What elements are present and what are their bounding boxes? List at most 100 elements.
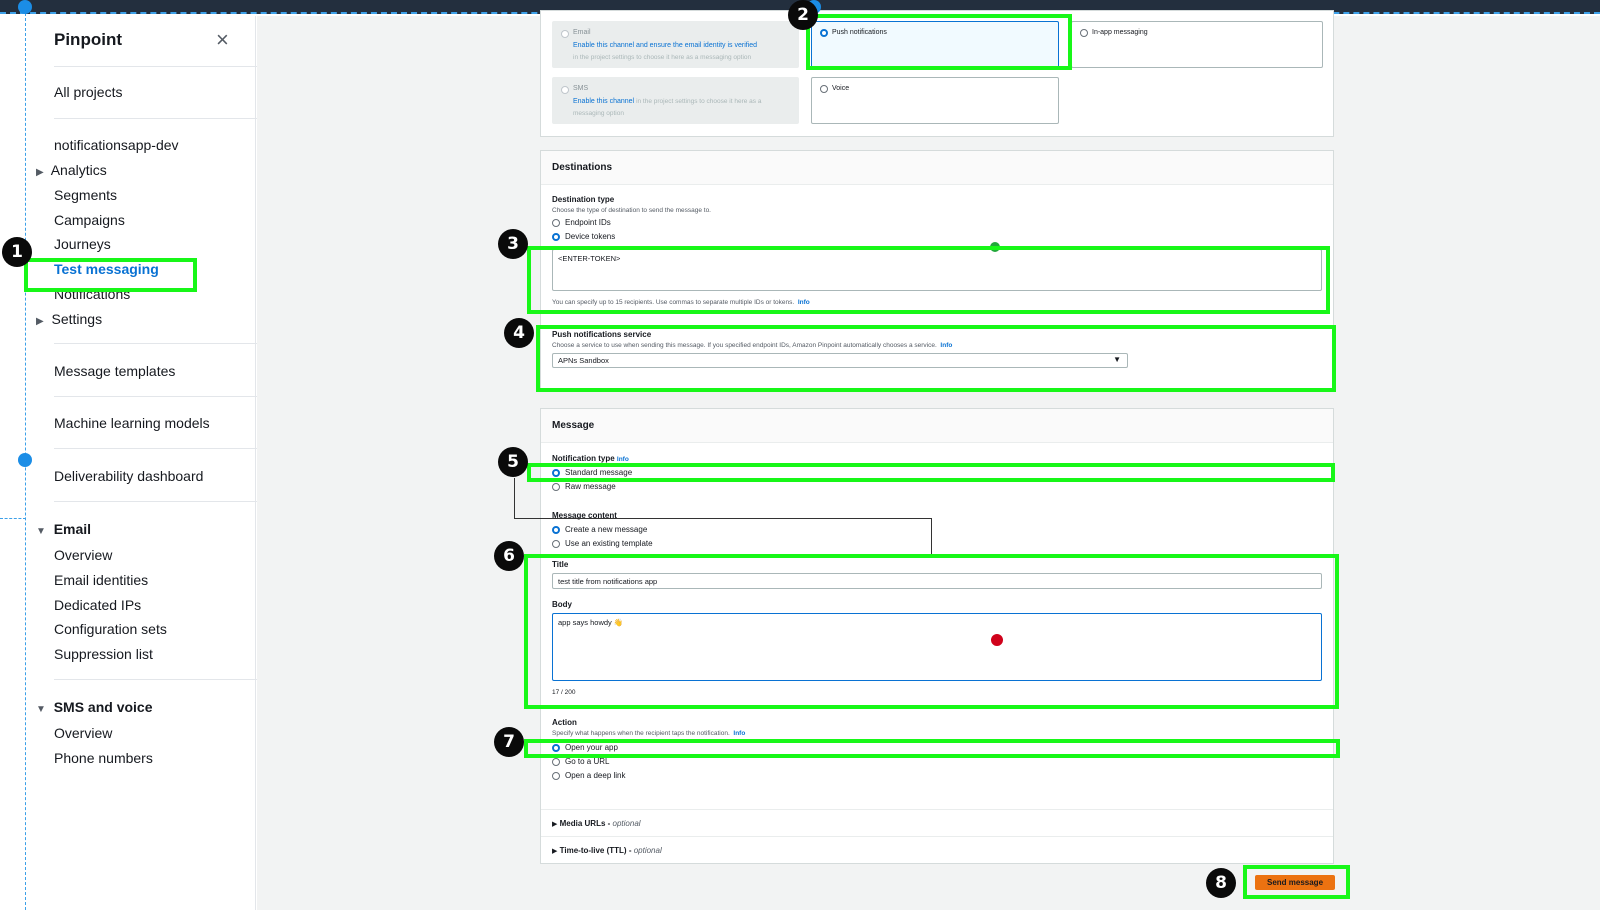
- sidebar-item-sms-overview[interactable]: Overview: [54, 725, 112, 741]
- radio-deep-link[interactable]: [552, 771, 560, 780]
- action-desc: Specify what happens when the recipient …: [552, 730, 745, 737]
- option-raw-message[interactable]: Raw message: [552, 482, 616, 491]
- destinations-heading: Destinations: [552, 162, 613, 173]
- annotation-badge-3: 3: [498, 229, 528, 259]
- channel-tile-inapp[interactable]: In-app messaging: [1071, 21, 1323, 68]
- destination-type-desc: Choose the type of destination to send t…: [552, 207, 711, 214]
- option-label: Device tokens: [565, 232, 616, 241]
- option-label: Create a new message: [565, 525, 648, 534]
- option-label: Endpoint IDs: [565, 218, 611, 227]
- sidebar-title: Pinpoint: [54, 30, 122, 49]
- sidebar-item-label: Settings: [51, 311, 103, 327]
- notification-type-label: Notification type Info: [552, 454, 629, 463]
- sidebar-divider: [54, 501, 266, 502]
- sidebar-section-sms[interactable]: ▼ SMS and voice: [36, 699, 153, 715]
- sidebar-item-analytics[interactable]: ▶ Analytics: [36, 162, 107, 178]
- media-urls-expander[interactable]: ▶ Media URLs - optional: [552, 819, 641, 828]
- radio-existing-template[interactable]: [552, 539, 560, 548]
- channel-tile-sms: SMS Enable this channel in the project s…: [552, 77, 799, 124]
- channel-sms-desc-line1: Enable this channel in the project setti…: [573, 98, 761, 105]
- close-icon[interactable]: ×: [216, 29, 229, 51]
- radio-sms: [561, 86, 569, 94]
- sidebar-item-settings[interactable]: ▶ Settings: [36, 311, 102, 327]
- sidebar-item-suppression-list[interactable]: Suppression list: [54, 646, 153, 662]
- connector-line: [931, 518, 932, 554]
- annotation-badge-8: 8: [1206, 868, 1236, 898]
- annotation-badge-1: 1: [2, 237, 32, 267]
- radio-endpoint-ids[interactable]: [552, 218, 560, 227]
- sidebar-item-email-identities[interactable]: Email identities: [54, 572, 148, 588]
- radio-email: [561, 30, 569, 38]
- channel-email-label: Email: [573, 29, 591, 36]
- highlight-box-4: [536, 325, 1336, 392]
- sidebar-item-ml-models[interactable]: Machine learning models: [54, 415, 210, 431]
- info-link[interactable]: Info: [733, 730, 745, 737]
- radio-go-to-url[interactable]: [552, 757, 560, 766]
- notification-type-text: Notification type: [552, 454, 615, 463]
- option-create-message[interactable]: Create a new message: [552, 525, 647, 534]
- option-existing-template[interactable]: Use an existing template: [552, 539, 653, 548]
- resize-handle[interactable]: [18, 0, 32, 14]
- channel-sms-desc: in the project settings to choose it her…: [636, 98, 762, 105]
- connector-line: [514, 478, 515, 518]
- destination-type-label: Destination type: [552, 195, 615, 204]
- sidebar-item-segments[interactable]: Segments: [54, 187, 117, 203]
- panel-divider: [541, 836, 1333, 837]
- highlight-box-6: [524, 554, 1339, 709]
- info-link[interactable]: Info: [617, 456, 629, 463]
- sidebar-divider: [54, 679, 266, 680]
- optional-tag: optional: [633, 846, 662, 855]
- highlight-box-1: [24, 258, 197, 292]
- channel-inapp-label: In-app messaging: [1092, 29, 1148, 36]
- destinations-header: [541, 151, 1333, 185]
- channel-tile-voice[interactable]: Voice: [811, 77, 1059, 124]
- radio-device-tokens[interactable]: [552, 232, 560, 241]
- message-header: [541, 409, 1333, 443]
- expander-label: Media URLs: [559, 819, 606, 828]
- option-device-tokens[interactable]: Device tokens: [552, 232, 615, 241]
- sidebar-item-deliverability[interactable]: Deliverability dashboard: [54, 468, 203, 484]
- sidebar-item-configuration-sets[interactable]: Configuration sets: [54, 621, 167, 637]
- caret-down-icon: ▼: [36, 526, 46, 537]
- channel-email-link[interactable]: Enable this channel and ensure the email…: [573, 42, 757, 49]
- radio-voice[interactable]: [820, 85, 828, 93]
- highlight-box-8: [1243, 865, 1350, 899]
- option-label: Open a deep link: [565, 771, 626, 780]
- guide-line: [0, 518, 26, 519]
- sidebar-item-phone-numbers[interactable]: Phone numbers: [54, 750, 153, 766]
- option-go-to-url[interactable]: Go to a URL: [552, 757, 609, 766]
- option-deep-link[interactable]: Open a deep link: [552, 771, 626, 780]
- sidebar-item-dedicated-ips[interactable]: Dedicated IPs: [54, 597, 141, 613]
- channel-sms-link[interactable]: Enable this channel: [573, 98, 634, 105]
- action-label: Action: [552, 718, 577, 727]
- option-label: Go to a URL: [565, 757, 610, 766]
- annotation-badge-2: 2: [788, 0, 818, 30]
- action-desc-text: Specify what happens when the recipient …: [552, 730, 730, 737]
- annotation-badge-4: 4: [504, 318, 534, 348]
- sidebar-item-label: Analytics: [50, 162, 107, 178]
- ttl-expander[interactable]: ▶ Time-to-live (TTL) - optional: [552, 846, 662, 855]
- caret-right-icon: ▶: [36, 316, 44, 327]
- option-endpoint-ids[interactable]: Endpoint IDs: [552, 218, 611, 227]
- sidebar-item-message-templates[interactable]: Message templates: [54, 363, 175, 379]
- screenshot-root: Pinpoint × All projects notificationsapp…: [0, 0, 1600, 910]
- option-label: Use an existing template: [565, 539, 653, 548]
- caret-right-icon: ▶: [552, 821, 558, 828]
- sidebar-item-all-projects[interactable]: All projects: [54, 84, 122, 100]
- sidebar-section-label: SMS and voice: [53, 699, 153, 715]
- sidebar-item-journeys[interactable]: Journeys: [54, 236, 111, 252]
- channel-tile-email: Email Enable this channel and ensure the…: [552, 21, 799, 68]
- radio-create-message[interactable]: [552, 525, 560, 534]
- caret-right-icon: ▶: [36, 167, 44, 178]
- resize-handle[interactable]: [18, 453, 32, 467]
- radio-inapp[interactable]: [1080, 29, 1088, 37]
- radio-raw-message[interactable]: [552, 482, 560, 491]
- sidebar-item-email-overview[interactable]: Overview: [54, 547, 112, 563]
- sidebar-item-campaigns[interactable]: Campaigns: [54, 212, 125, 228]
- sidebar-project-name[interactable]: notificationsapp-dev: [54, 137, 179, 153]
- sidebar: Pinpoint × All projects notificationsapp…: [26, 16, 266, 910]
- highlight-box-3: [527, 246, 1330, 314]
- optional-tag: optional: [612, 819, 641, 828]
- sidebar-section-email[interactable]: ▼ Email: [36, 521, 91, 537]
- annotation-badge-5: 5: [498, 447, 528, 477]
